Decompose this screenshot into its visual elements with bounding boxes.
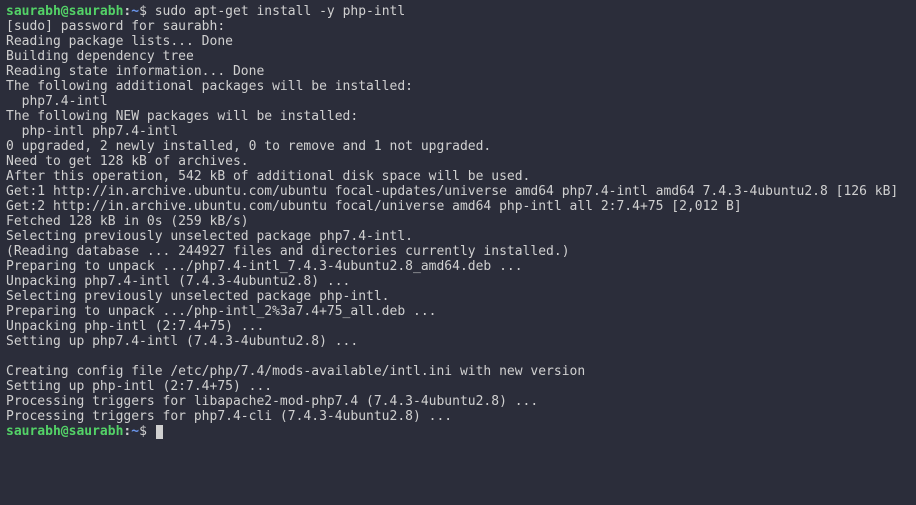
prompt-line-2[interactable]: saurabh@saurabh:~$: [6, 424, 910, 439]
prompt-at: @: [61, 424, 69, 439]
output-line: [6, 349, 910, 364]
output-line: Unpacking php7.4-intl (7.4.3-4ubuntu2.8)…: [6, 274, 910, 289]
output-line: (Reading database ... 244927 files and d…: [6, 244, 910, 259]
prompt-path: ~: [131, 424, 139, 439]
prompt-dollar: $: [139, 424, 155, 439]
output-line: php-intl php7.4-intl: [6, 124, 910, 139]
output-line: Reading package lists... Done: [6, 34, 910, 49]
command-text: sudo apt-get install -y php-intl: [155, 4, 405, 19]
output-line: Setting up php-intl (2:7.4+75) ...: [6, 379, 910, 394]
prompt-user: saurabh: [6, 4, 61, 19]
output-line: Processing triggers for libapache2-mod-p…: [6, 394, 910, 409]
output-line: Selecting previously unselected package …: [6, 289, 910, 304]
output-line: 0 upgraded, 2 newly installed, 0 to remo…: [6, 139, 910, 154]
output-line: Creating config file /etc/php/7.4/mods-a…: [6, 364, 910, 379]
output-line: php7.4-intl: [6, 94, 910, 109]
output-line: Get:1 http://in.archive.ubuntu.com/ubunt…: [6, 184, 910, 199]
output-line: Need to get 128 kB of archives.: [6, 154, 910, 169]
terminal-output: [sudo] password for saurabh:Reading pack…: [6, 19, 910, 424]
output-line: Unpacking php-intl (2:7.4+75) ...: [6, 319, 910, 334]
prompt-dollar: $: [139, 4, 155, 19]
output-line: [sudo] password for saurabh:: [6, 19, 910, 34]
output-line: Processing triggers for php7.4-cli (7.4.…: [6, 409, 910, 424]
output-line: The following additional packages will b…: [6, 79, 910, 94]
output-line: The following NEW packages will be insta…: [6, 109, 910, 124]
output-line: Fetched 128 kB in 0s (259 kB/s): [6, 214, 910, 229]
output-line: Building dependency tree: [6, 49, 910, 64]
output-line: Selecting previously unselected package …: [6, 229, 910, 244]
prompt-at: @: [61, 4, 69, 19]
prompt-path: ~: [131, 4, 139, 19]
prompt-line-1[interactable]: saurabh@saurabh:~$ sudo apt-get install …: [6, 4, 910, 19]
prompt-host: saurabh: [69, 4, 124, 19]
output-line: Get:2 http://in.archive.ubuntu.com/ubunt…: [6, 199, 910, 214]
output-line: Preparing to unpack .../php-intl_2%3a7.4…: [6, 304, 910, 319]
output-line: Reading state information... Done: [6, 64, 910, 79]
output-line: Setting up php7.4-intl (7.4.3-4ubuntu2.8…: [6, 334, 910, 349]
output-line: After this operation, 542 kB of addition…: [6, 169, 910, 184]
prompt-user: saurabh: [6, 424, 61, 439]
prompt-host: saurabh: [69, 424, 124, 439]
cursor-icon: [156, 425, 163, 439]
output-line: Preparing to unpack .../php7.4-intl_7.4.…: [6, 259, 910, 274]
